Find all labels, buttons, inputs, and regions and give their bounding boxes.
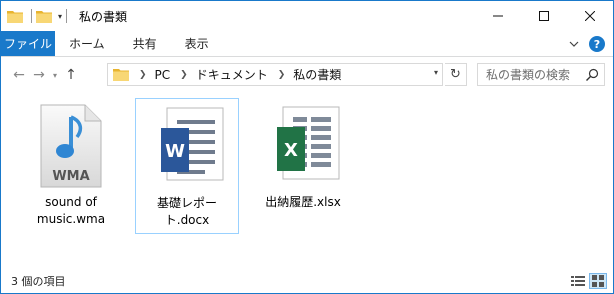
- word-file-icon: W: [139, 105, 235, 189]
- close-button[interactable]: [567, 1, 613, 31]
- toolbar-separator: [31, 9, 32, 23]
- item-count: 3 個の項目: [11, 275, 66, 288]
- file-name: 基礎レポート.docx: [156, 196, 217, 227]
- breadcrumb-separator-icon[interactable]: ❯: [180, 70, 188, 80]
- title-bar: ▾ 私の書類: [1, 1, 613, 31]
- back-arrow-icon: ←: [13, 67, 25, 83]
- details-view-icon: [571, 276, 585, 286]
- breadcrumb-documents[interactable]: ドキュメント: [196, 66, 268, 83]
- file-item-xlsx[interactable]: X 出納履歴.xlsx: [251, 98, 355, 234]
- explorer-window: ▾ 私の書類 ファイル ホーム 共有 表示 ? ← → ▾ ↑ ❯ PC ❯ ド…: [0, 0, 614, 294]
- address-bar[interactable]: ❯ PC ❯ ドキュメント ❯ 私の書類 ▾: [107, 63, 443, 86]
- forward-button[interactable]: →: [29, 63, 49, 87]
- folder-icon: [113, 69, 129, 81]
- tab-share[interactable]: 共有: [119, 31, 171, 56]
- back-button[interactable]: ←: [9, 63, 29, 87]
- search-icon: [586, 68, 599, 81]
- refresh-button[interactable]: ↻: [445, 63, 467, 86]
- recent-locations-button[interactable]: ▾: [49, 63, 61, 87]
- tab-file[interactable]: ファイル: [1, 31, 55, 56]
- tab-home[interactable]: ホーム: [55, 31, 119, 56]
- search-placeholder: 私の書類の検索: [486, 68, 571, 82]
- status-bar: 3 個の項目: [1, 269, 613, 293]
- view-toggle: [569, 273, 607, 289]
- file-item-docx[interactable]: W 基礎レポート.docx: [135, 98, 239, 234]
- toolbar-separator: [66, 9, 68, 23]
- maximize-icon: [539, 11, 549, 21]
- file-item-wma[interactable]: WMA sound of music.wma: [19, 98, 123, 234]
- file-name: 出納履歴.xlsx: [265, 195, 341, 209]
- close-icon: [585, 11, 595, 21]
- quick-access-toolbar: ▾: [1, 9, 71, 23]
- details-view-button[interactable]: [569, 273, 587, 289]
- customize-toolbar-chevron-icon[interactable]: ▾: [58, 12, 62, 21]
- up-button[interactable]: ↑: [61, 63, 81, 87]
- maximize-button[interactable]: [521, 1, 567, 31]
- ribbon-tabs: ファイル ホーム 共有 表示 ?: [1, 31, 613, 57]
- large-icons-view-icon: [592, 275, 604, 287]
- wma-badge: WMA: [52, 169, 89, 184]
- folder-icon[interactable]: [7, 10, 23, 23]
- search-input[interactable]: 私の書類の検索: [477, 63, 605, 86]
- minimize-icon: [493, 15, 503, 17]
- breadcrumb-pc[interactable]: PC: [155, 68, 171, 82]
- minimize-button[interactable]: [475, 1, 521, 31]
- forward-arrow-icon: →: [33, 67, 45, 83]
- window-title: 私の書類: [79, 9, 128, 24]
- breadcrumb-separator-icon[interactable]: ❯: [139, 70, 147, 80]
- breadcrumb-my-documents[interactable]: 私の書類: [293, 66, 341, 83]
- address-history-chevron-icon[interactable]: ▾: [434, 68, 438, 77]
- tab-view[interactable]: 表示: [171, 31, 223, 56]
- large-icons-view-button[interactable]: [589, 273, 607, 289]
- excel-badge: X: [284, 140, 298, 161]
- help-button[interactable]: ?: [589, 36, 605, 52]
- window-controls: [475, 1, 613, 31]
- navigation-bar: ← → ▾ ↑ ❯ PC ❯ ドキュメント ❯ 私の書類 ▾ ↻ 私の書類の検索: [1, 57, 613, 93]
- breadcrumb-separator-icon[interactable]: ❯: [278, 70, 286, 80]
- file-name: sound of music.wma: [36, 195, 106, 226]
- chevron-down-icon: ▾: [52, 70, 57, 80]
- new-folder-icon[interactable]: [36, 10, 52, 23]
- wma-file-icon: WMA: [23, 104, 119, 188]
- excel-file-icon: X: [255, 104, 351, 188]
- file-list: WMA sound of music.wma W 基礎レポート.docx X 出…: [1, 93, 613, 269]
- word-badge: W: [165, 141, 185, 162]
- expand-ribbon-chevron-icon[interactable]: [567, 37, 581, 51]
- refresh-icon: ↻: [450, 67, 461, 82]
- up-arrow-icon: ↑: [65, 67, 77, 83]
